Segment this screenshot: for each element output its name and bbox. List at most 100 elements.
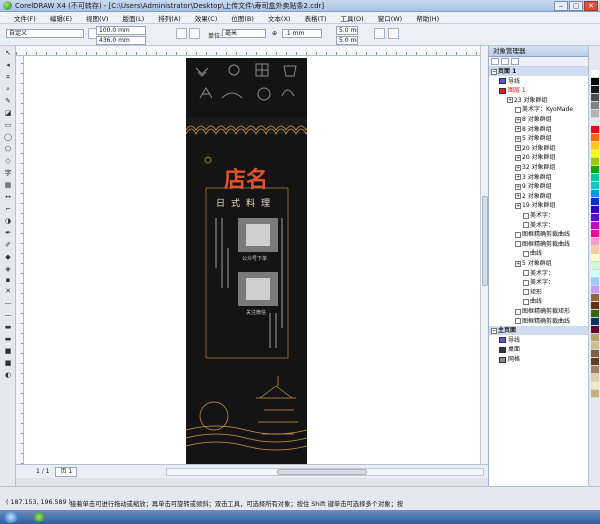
palette-swatch[interactable] [591,238,599,246]
layer-manager-view-icon[interactable] [511,58,519,65]
fill-tool-icon[interactable]: ◆ [2,252,14,262]
palette-swatch[interactable] [591,246,599,254]
object-tree-row[interactable]: +20 对象群组 [489,144,589,153]
crop-tool-icon[interactable]: ⌗ [2,72,14,82]
object-tree-row[interactable]: 图层 1 [489,86,589,95]
object-tree-row[interactable]: − 主页面 [489,326,589,336]
object-tree-row[interactable]: 美术字： [489,269,589,278]
palette-swatch[interactable] [591,294,599,302]
menu-file[interactable]: 文件(F) [14,13,36,23]
show-properties-icon[interactable] [491,58,499,65]
page-options-icon[interactable] [388,28,399,39]
palette-swatch[interactable] [591,390,599,398]
outline-width-6-icon[interactable]: ■ [2,358,14,368]
menu-table[interactable]: 表格(T) [304,13,326,23]
object-tree-row[interactable]: +8 对象群组 [489,125,589,134]
outline-width-4-icon[interactable]: ▬ [2,334,14,344]
menu-window[interactable]: 窗口(W) [378,13,403,23]
close-button[interactable]: ✕ [584,1,598,11]
object-tree-row[interactable]: − 页面 1 [489,67,589,76]
object-tree-row[interactable]: +2 对象群组 [489,192,589,201]
palette-swatch[interactable] [591,374,599,382]
palette-swatch[interactable] [591,382,599,390]
object-tree-row[interactable]: +5 对象群组 [489,259,589,268]
shape-tool-icon[interactable]: ◂ [2,60,14,70]
object-tree-row[interactable]: 美术字： [489,278,589,287]
palette-swatch[interactable] [591,190,599,198]
object-tree-row[interactable]: 桌面 [489,345,589,354]
menu-edit[interactable]: 编辑(E) [50,13,72,23]
palette-swatch[interactable] [591,366,599,374]
palette-swatch[interactable] [591,166,599,174]
menu-effects[interactable]: 效果(C) [195,13,218,23]
object-tree-row[interactable]: 导线 [489,77,589,86]
zoom-tool-icon[interactable]: ⌕ [2,84,14,94]
palette-swatch[interactable] [591,174,599,182]
palette-swatch[interactable] [591,262,599,270]
palette-swatch[interactable] [591,326,599,334]
menu-help[interactable]: 帮助(H) [416,13,439,23]
page-height-field[interactable]: 436.0 mm [96,36,146,45]
smart-fill-icon[interactable]: ◪ [2,108,14,118]
object-tree-row[interactable]: +9 对象群组 [489,182,589,191]
palette-swatch[interactable] [591,134,599,142]
menu-bitmaps[interactable]: 位图(B) [231,13,254,23]
horizontal-scrollbar[interactable] [166,468,484,476]
pick-tool-icon[interactable]: ↖ [2,48,14,58]
units-toggle-icon[interactable] [374,28,385,39]
freehand-tool-icon[interactable]: ✎ [2,96,14,106]
palette-swatch[interactable] [591,230,599,238]
object-tree-row[interactable]: 图框精确剪裁曲线 [489,230,589,239]
maximize-button[interactable]: ▢ [569,1,583,11]
object-tree-row[interactable]: 美术字： [489,221,589,230]
palette-swatch[interactable] [591,342,599,350]
palette-swatch[interactable] [591,70,599,78]
palette-swatch[interactable] [591,254,599,262]
palette-swatch[interactable] [591,182,599,190]
outline-width-2-icon[interactable]: — [2,310,14,320]
object-tree-row[interactable]: +32 对象群组 [489,163,589,172]
duplicate-x-field[interactable]: 5.0 mm [336,26,358,35]
interactive-fill-icon[interactable]: ◈ [2,264,14,274]
menu-tools[interactable]: 工具(O) [341,13,364,23]
horizontal-scroll-thumb[interactable] [277,469,367,475]
palette-swatch[interactable] [591,150,599,158]
start-button-icon[interactable] [4,511,18,523]
palette-swatch[interactable] [591,334,599,342]
color-chip-icon[interactable]: ▪ [2,276,14,284]
color-swatch-icon[interactable]: ◐ [2,370,14,380]
poster-artwork[interactable]: 店名 日式料理 公众号下单 关注微信 [186,58,307,464]
eyedropper-icon[interactable]: ✒ [2,228,14,238]
outline-width-1-icon[interactable]: — [2,298,14,308]
palette-swatch[interactable] [591,206,599,214]
horizontal-ruler[interactable] [16,46,480,56]
dimension-tool-icon[interactable]: ↔ [2,192,14,202]
palette-swatch[interactable] [591,310,599,318]
connector-tool-icon[interactable]: ⌐ [2,204,14,214]
nudge-distance-field[interactable]: .1 mm [282,29,322,38]
object-tree-row[interactable]: +19 对象群组 [489,201,589,210]
basic-shapes-icon[interactable]: ◇ [2,156,14,166]
text-tool-icon[interactable]: 字 [2,168,14,178]
orientation-portrait-icon[interactable] [176,28,187,39]
palette-swatch[interactable] [591,142,599,150]
taskbar-coreldraw-icon[interactable] [34,512,44,522]
palette-swatch[interactable] [591,102,599,110]
object-tree-row[interactable]: 导线 [489,336,589,345]
page-tab[interactable]: 页 1 [55,466,78,477]
palette-swatch[interactable] [591,278,599,286]
object-tree-row[interactable]: 矩形 [489,288,589,297]
palette-swatch[interactable] [591,110,599,118]
palette-swatch[interactable] [591,302,599,310]
menu-arrange[interactable]: 排列(A) [158,13,181,23]
minimize-button[interactable]: ‒ [554,1,568,11]
object-tree-row[interactable]: 美术字： [489,211,589,220]
table-tool-icon[interactable]: ▦ [2,180,14,190]
units-select[interactable]: 毫米 [222,29,266,38]
object-tree-row[interactable]: +20 对象群组 [489,153,589,162]
object-tree-row[interactable]: 曲线 [489,297,589,306]
palette-swatch[interactable] [591,94,599,102]
rectangle-tool-icon[interactable]: ▭ [2,120,14,130]
polygon-tool-icon[interactable]: ⬠ [2,144,14,154]
palette-swatch[interactable] [591,270,599,278]
